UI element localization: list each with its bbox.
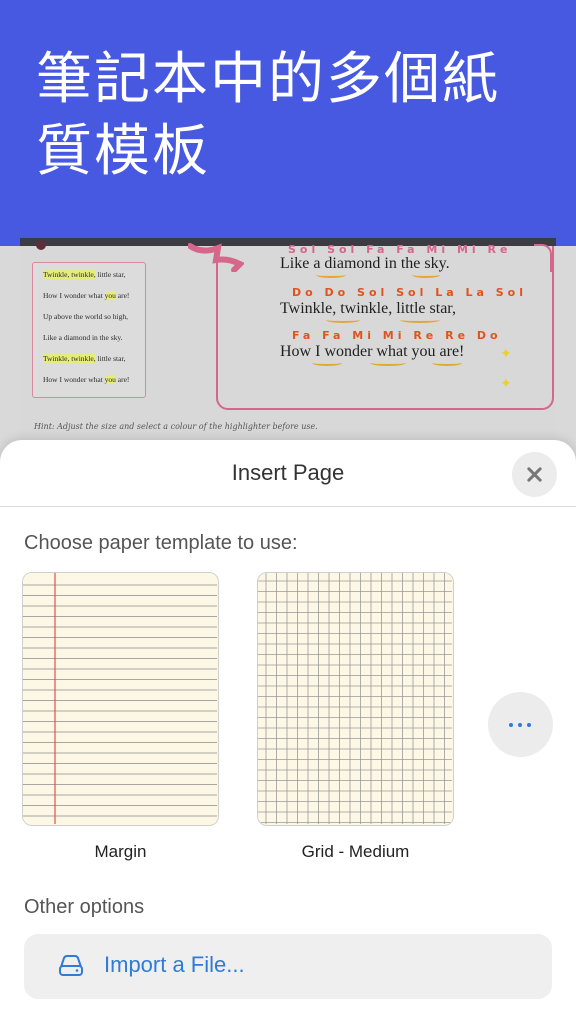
close-button[interactable]: [512, 452, 557, 497]
star-icon: ✦: [500, 376, 512, 392]
other-options-label: Other options: [24, 896, 145, 918]
template-grid-medium-label: Grid - Medium: [301, 842, 410, 861]
lyric-line: How I wonder what you are!: [280, 343, 465, 360]
import-file-button[interactable]: Import a File...: [24, 934, 552, 999]
promo-banner: 筆記本中的多個紙質模板: [0, 0, 576, 246]
squiggle: [312, 360, 342, 366]
squiggle: [400, 317, 440, 323]
card-line: Up above the world so high,: [43, 312, 128, 321]
squiggle: [432, 360, 462, 366]
insert-page-sheet: Insert Page Choose paper template to use…: [0, 440, 576, 1024]
solfege-notes: Do Do Sol Sol La La Sol: [292, 286, 527, 299]
squiggle: [370, 360, 406, 366]
margin-paper-preview: [23, 573, 217, 824]
lyric-line: Twinkle, twinkle, little star,: [280, 300, 456, 317]
more-templates-button[interactable]: [488, 692, 553, 757]
more-horizontal-icon-dot: [518, 723, 522, 727]
lyric-frame-corner: [534, 244, 552, 272]
lyric-line: Like a diamond in the sky.: [280, 255, 450, 272]
background-notebook-page: Twinkle, twinkle, little star, How I won…: [20, 238, 556, 448]
drive-icon: [59, 955, 83, 976]
card-line: Like a diamond in the sky.: [43, 333, 123, 342]
squiggle: [316, 272, 346, 278]
card-line: Twinkle, twinkle, little star,: [43, 270, 126, 279]
header-divider: [0, 506, 576, 507]
card-line: How I wonder what you are!: [43, 291, 130, 300]
squiggle: [326, 317, 360, 323]
squiggle: [412, 272, 440, 278]
template-grid-medium[interactable]: [257, 572, 454, 826]
grid-paper-preview: [258, 573, 452, 824]
card-line: Twinkle, twinkle, little star,: [43, 354, 126, 363]
more-horizontal-icon: [509, 723, 513, 727]
card-line: How I wonder what you are!: [43, 375, 130, 384]
lyrics-card: Twinkle, twinkle, little star, How I won…: [32, 262, 146, 398]
choose-template-label: Choose paper template to use:: [24, 532, 298, 554]
more-horizontal-icon-dot: [527, 723, 531, 727]
page-dot: [36, 240, 46, 250]
star-icon: ✦: [500, 346, 512, 362]
sheet-title: Insert Page: [231, 460, 345, 485]
banner-title: 筆記本中的多個紙質模板: [36, 47, 500, 184]
import-file-label: Import a File...: [104, 952, 245, 977]
template-margin[interactable]: [22, 572, 219, 826]
solfege-notes: Fa Fa Mi Mi Re Re Do: [292, 329, 502, 342]
hint-text: Hint: Adjust the size and select a colou…: [34, 422, 318, 431]
template-margin-label: Margin: [94, 842, 147, 861]
